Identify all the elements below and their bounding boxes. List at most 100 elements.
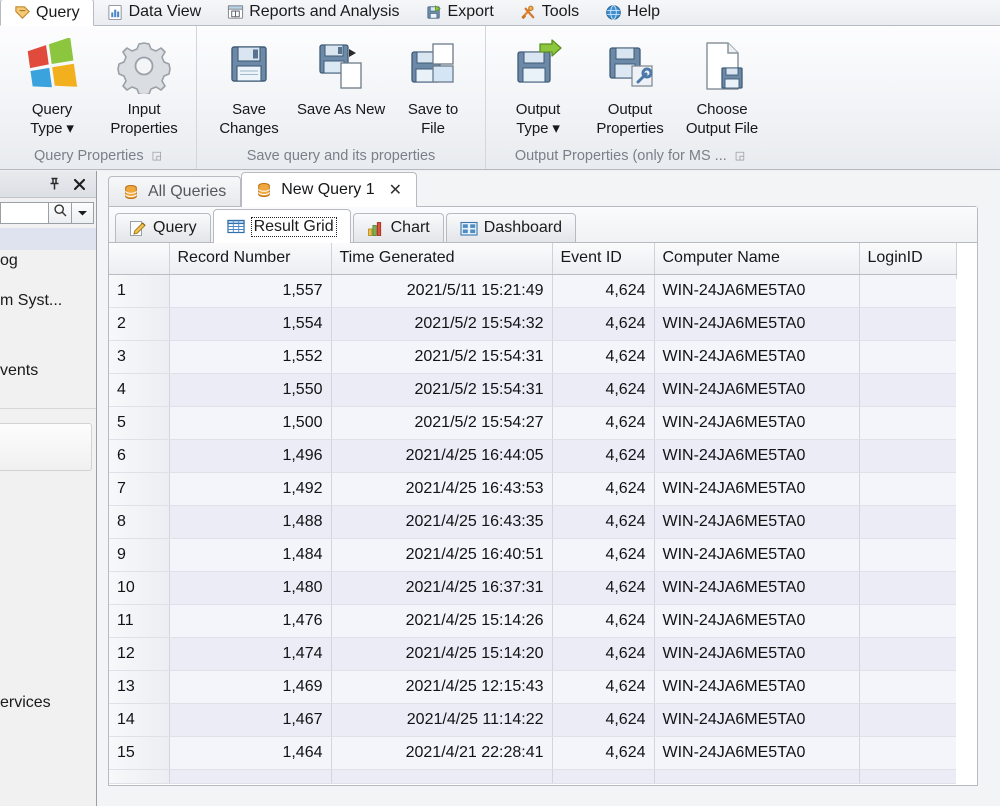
- cell-record-number[interactable]: 1,500: [169, 406, 332, 440]
- cell-computer-name[interactable]: WIN-24JA6ME5TA0: [654, 571, 860, 605]
- cell-computer-name[interactable]: WIN-24JA6ME5TA0: [654, 736, 860, 770]
- cell-login-id[interactable]: [859, 472, 957, 506]
- table-row[interactable]: 12 1,474 2021/4/25 15:14:20 4,624 WIN-24JA6M…: [109, 637, 957, 671]
- ribbon-button-output-type[interactable]: Output Type ▾: [492, 34, 584, 138]
- cell-event-id[interactable]: 4,624: [552, 505, 655, 539]
- table-row[interactable]: 10 1,480 2021/4/25 16:37:31 4,624 WIN-24JA6M…: [109, 571, 957, 605]
- cell-login-id[interactable]: [859, 637, 957, 671]
- cell-login-id[interactable]: [859, 571, 957, 605]
- view-tab-dashboard[interactable]: Dashboard: [445, 213, 577, 242]
- cell-computer-name[interactable]: WIN-24JA6ME5TA0: [654, 670, 860, 704]
- cell-time-generated[interactable]: 2021/4/25 16:40:51: [331, 538, 553, 572]
- cell-login-id[interactable]: [859, 703, 957, 737]
- cell-record-number[interactable]: 1,467: [169, 703, 332, 737]
- cell-event-id[interactable]: 4,624: [552, 637, 655, 671]
- tree-item[interactable]: ervices: [0, 692, 96, 714]
- ribbon-button-query-type[interactable]: Query Type ▾: [6, 34, 98, 138]
- cell-time-generated[interactable]: 2021/4/25 12:15:43: [331, 670, 553, 704]
- cell-computer-name[interactable]: WIN-24JA6ME5TA0: [654, 340, 860, 374]
- cell-time-generated[interactable]: 2021/4/25 16:43:53: [331, 472, 553, 506]
- cell-event-id[interactable]: 4,624: [552, 571, 655, 605]
- search-input[interactable]: [0, 202, 48, 224]
- table-row[interactable]: 8 1,488 2021/4/25 16:43:35 4,624 WIN-24JA6ME…: [109, 505, 957, 539]
- row-header-cell[interactable]: 6: [109, 439, 170, 473]
- tree-item[interactable]: og: [0, 250, 96, 272]
- cell-time-generated[interactable]: 2021/4/25 16:44:05: [331, 439, 553, 473]
- cell-login-id[interactable]: [859, 604, 957, 638]
- ribbon-button-save-as-new[interactable]: Save As New: [295, 34, 387, 134]
- menu-tab-tools[interactable]: Tools: [507, 0, 592, 25]
- cell-computer-name[interactable]: WIN-24JA6ME5TA0: [654, 637, 860, 671]
- table-row[interactable]: 3 1,552 2021/5/2 15:54:31 4,624 WIN-24JA6ME5…: [109, 340, 957, 374]
- cell-login-id[interactable]: [859, 736, 957, 770]
- cell-event-id[interactable]: 4,624: [552, 472, 655, 506]
- cell-record-number[interactable]: 1,480: [169, 571, 332, 605]
- cell-event-id[interactable]: 4,624: [552, 340, 655, 374]
- cell-event-id[interactable]: 4,624: [552, 307, 655, 341]
- cell-record-number[interactable]: 1,469: [169, 670, 332, 704]
- cell-event-id[interactable]: 4,624: [552, 406, 655, 440]
- search-button[interactable]: [48, 202, 72, 224]
- cell-login-id[interactable]: [859, 373, 957, 407]
- tree-card[interactable]: [0, 423, 92, 471]
- cell-record-number[interactable]: 1,488: [169, 505, 332, 539]
- cell-event-id[interactable]: 4,624: [552, 703, 655, 737]
- table-row[interactable]: 13 1,469 2021/4/25 12:15:43 4,624 WIN-24JA6M…: [109, 670, 957, 704]
- tree-item[interactable]: vents: [0, 360, 96, 382]
- column-header-loginid[interactable]: LoginID: [859, 243, 957, 275]
- menu-tab-reports-and-analysis[interactable]: Reports and Analysis: [214, 0, 412, 25]
- table-row-partial[interactable]: [109, 769, 957, 784]
- menu-tab-query[interactable]: Query: [0, 0, 94, 26]
- cell-computer-name[interactable]: WIN-24JA6ME5TA0: [654, 538, 860, 572]
- tree-selected-row[interactable]: [0, 228, 96, 250]
- row-header-cell[interactable]: 5: [109, 406, 170, 440]
- table-row[interactable]: 1 1,557 2021/5/11 15:21:49 4,624 WIN-24JA6ME…: [109, 274, 957, 308]
- view-tab-chart[interactable]: Chart: [352, 213, 444, 242]
- pin-icon[interactable]: [48, 177, 61, 191]
- cell-computer-name[interactable]: WIN-24JA6ME5TA0: [654, 703, 860, 737]
- cell-login-id[interactable]: [859, 406, 957, 440]
- cell-time-generated[interactable]: 2021/5/2 15:54:31: [331, 340, 553, 374]
- cell-time-generated[interactable]: 2021/5/11 15:21:49: [331, 274, 553, 308]
- column-header-computer-name[interactable]: Computer Name: [654, 243, 860, 275]
- cell-time-generated[interactable]: 2021/4/25 16:43:35: [331, 505, 553, 539]
- table-row[interactable]: 7 1,492 2021/4/25 16:43:53 4,624 WIN-24JA6ME…: [109, 472, 957, 506]
- column-header-event-id[interactable]: Event ID: [552, 243, 655, 275]
- row-header-cell[interactable]: 7: [109, 472, 170, 506]
- cell-login-id[interactable]: [859, 538, 957, 572]
- menu-tab-export[interactable]: Export: [413, 0, 507, 25]
- row-header-cell[interactable]: 14: [109, 703, 170, 737]
- cell-login-id[interactable]: [859, 274, 957, 308]
- cell-event-id[interactable]: [552, 769, 655, 784]
- table-row[interactable]: 14 1,467 2021/4/25 11:14:22 4,624 WIN-24JA6M…: [109, 703, 957, 737]
- ribbon-button-save-to-file[interactable]: Save to File: [387, 34, 479, 138]
- cell-event-id[interactable]: 4,624: [552, 274, 655, 308]
- cell-time-generated[interactable]: 2021/4/25 15:14:26: [331, 604, 553, 638]
- cell-login-id[interactable]: [859, 670, 957, 704]
- cell-record-number[interactable]: 1,552: [169, 340, 332, 374]
- cell-record-number[interactable]: 1,476: [169, 604, 332, 638]
- query-tab-new-query-1[interactable]: New Query 1 ✕: [241, 172, 418, 207]
- table-row[interactable]: 5 1,500 2021/5/2 15:54:27 4,624 WIN-24JA6ME5…: [109, 406, 957, 440]
- row-header-cell[interactable]: 13: [109, 670, 170, 704]
- view-tab-result-grid[interactable]: Result Grid: [212, 209, 351, 243]
- table-row[interactable]: 15 1,464 2021/4/21 22:28:41 4,624 WIN-24JA6M…: [109, 736, 957, 770]
- row-header-cell[interactable]: 15: [109, 736, 170, 770]
- dialog-launcher-icon[interactable]: ◲: [735, 149, 745, 162]
- cell-event-id[interactable]: 4,624: [552, 736, 655, 770]
- cell-record-number[interactable]: 1,550: [169, 373, 332, 407]
- cell-event-id[interactable]: 4,624: [552, 538, 655, 572]
- row-header-cell[interactable]: 2: [109, 307, 170, 341]
- row-header-cell[interactable]: 3: [109, 340, 170, 374]
- cell-time-generated[interactable]: 2021/4/25 15:14:20: [331, 637, 553, 671]
- cell-login-id[interactable]: [859, 769, 957, 784]
- cell-computer-name[interactable]: WIN-24JA6ME5TA0: [654, 505, 860, 539]
- row-header-cell[interactable]: 4: [109, 373, 170, 407]
- cell-time-generated[interactable]: [331, 769, 553, 784]
- cell-time-generated[interactable]: 2021/4/25 11:14:22: [331, 703, 553, 737]
- row-header-cell[interactable]: 9: [109, 538, 170, 572]
- cell-record-number[interactable]: 1,496: [169, 439, 332, 473]
- cell-time-generated[interactable]: 2021/5/2 15:54:31: [331, 373, 553, 407]
- cell-record-number[interactable]: [169, 769, 332, 784]
- table-row[interactable]: 4 1,550 2021/5/2 15:54:31 4,624 WIN-24JA6ME5…: [109, 373, 957, 407]
